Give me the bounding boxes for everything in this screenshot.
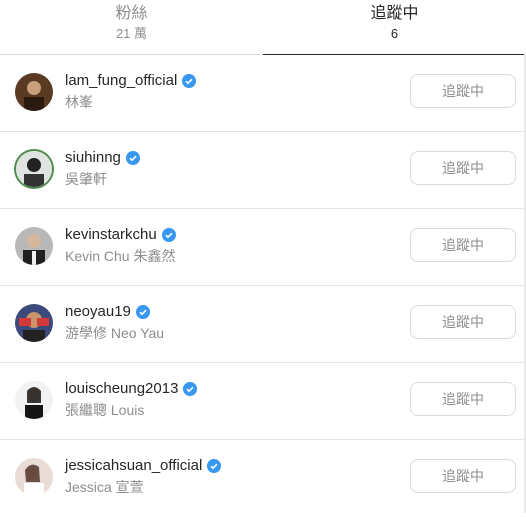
- avatar[interactable]: [15, 381, 53, 419]
- follow-tabs: 粉絲 21 萬 追蹤中 6: [0, 0, 526, 55]
- following-button[interactable]: 追蹤中: [410, 382, 516, 416]
- following-item: jessicahsuan_official Jessica 宣萱 追蹤中: [0, 440, 526, 517]
- tab-followers-count: 21 萬: [115, 26, 148, 41]
- full-name: 游學修 Neo Yau: [65, 325, 165, 341]
- avatar[interactable]: [16, 151, 52, 187]
- username[interactable]: louischeung2013: [65, 379, 178, 399]
- following-button[interactable]: 追蹤中: [410, 228, 516, 262]
- full-name: Jessica 宣萱: [65, 479, 144, 495]
- username[interactable]: kevinstarkchu: [65, 225, 157, 245]
- username[interactable]: lam_fung_official: [65, 71, 177, 91]
- following-item: kevinstarkchu Kevin Chu 朱鑫然 追蹤中: [0, 209, 526, 286]
- username[interactable]: jessicahsuan_official: [65, 456, 202, 476]
- verified-badge-icon: [125, 151, 140, 165]
- avatar[interactable]: [15, 73, 53, 111]
- following-item: siuhinng 吳肇軒 追蹤中: [0, 132, 526, 209]
- username[interactable]: neoyau19: [65, 302, 131, 322]
- tab-followers-label: 粉絲: [115, 5, 148, 22]
- verified-badge-icon: [182, 74, 197, 88]
- tab-followers[interactable]: 粉絲 21 萬: [0, 0, 263, 54]
- tab-following-count: 6: [390, 26, 399, 41]
- following-item: louischeung2013 張繼聰 Louis 追蹤中: [0, 363, 526, 440]
- following-button[interactable]: 追蹤中: [410, 74, 516, 108]
- following-item: neoyau19 游學修 Neo Yau 追蹤中: [0, 286, 526, 363]
- following-item: lam_fung_official 林峯 追蹤中: [0, 55, 526, 132]
- verified-badge-icon: [135, 305, 150, 319]
- avatar[interactable]: [15, 458, 53, 496]
- username[interactable]: siuhinng: [65, 148, 121, 168]
- verified-badge-icon: [183, 382, 198, 396]
- following-button[interactable]: 追蹤中: [410, 151, 516, 185]
- avatar[interactable]: [15, 227, 53, 265]
- full-name: 張繼聰 Louis: [65, 402, 145, 418]
- full-name: 吳肇軒: [65, 171, 107, 187]
- verified-badge-icon: [161, 228, 176, 242]
- full-name: Kevin Chu 朱鑫然: [65, 248, 176, 264]
- following-list: lam_fung_official 林峯 追蹤中 siuhinng 吳肇軒 追蹤…: [0, 55, 526, 517]
- tab-following[interactable]: 追蹤中 6: [263, 0, 526, 55]
- following-button[interactable]: 追蹤中: [410, 459, 516, 493]
- verified-badge-icon: [207, 459, 222, 473]
- tab-following-label: 追蹤中: [370, 5, 419, 22]
- full-name: 林峯: [65, 94, 93, 110]
- following-button[interactable]: 追蹤中: [410, 305, 516, 339]
- avatar[interactable]: [15, 304, 53, 342]
